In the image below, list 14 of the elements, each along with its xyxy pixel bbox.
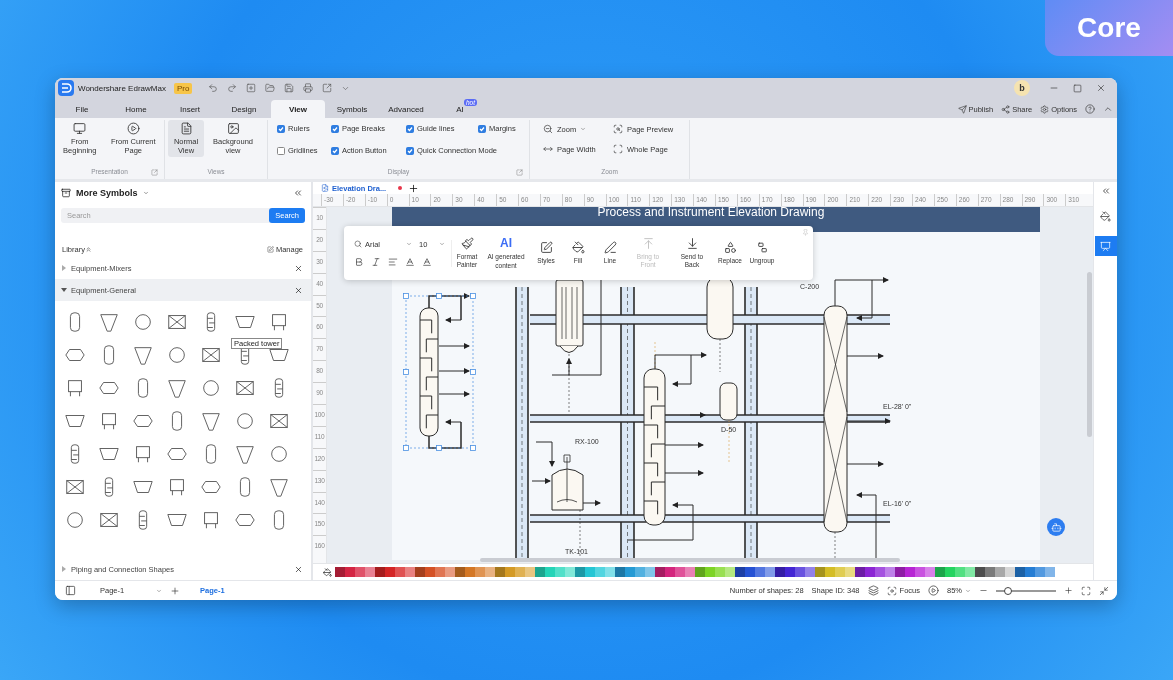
menu-tab[interactable]: View [271, 100, 325, 118]
menu-tab[interactable]: Symbols [325, 100, 379, 118]
app-name: Wondershare EdrawMax [78, 83, 166, 93]
user-avatar[interactable]: b [1014, 80, 1030, 96]
edition-badge: Pro [173, 82, 193, 94]
drawing-title: Process and Instrument Elevation Drawing [597, 207, 825, 219]
ai-icon: AI [500, 236, 512, 251]
panel-title[interactable]: More Symbols [76, 188, 138, 198]
menu-tab[interactable]: Insert [163, 100, 217, 118]
menu-tab[interactable]: Home [109, 100, 163, 118]
menu-tab[interactable]: Advanced [379, 100, 433, 118]
promo-badge: Core [1045, 0, 1173, 56]
menu-tab[interactable]: Design [217, 100, 271, 118]
menu-tab[interactable]: File [55, 100, 109, 118]
